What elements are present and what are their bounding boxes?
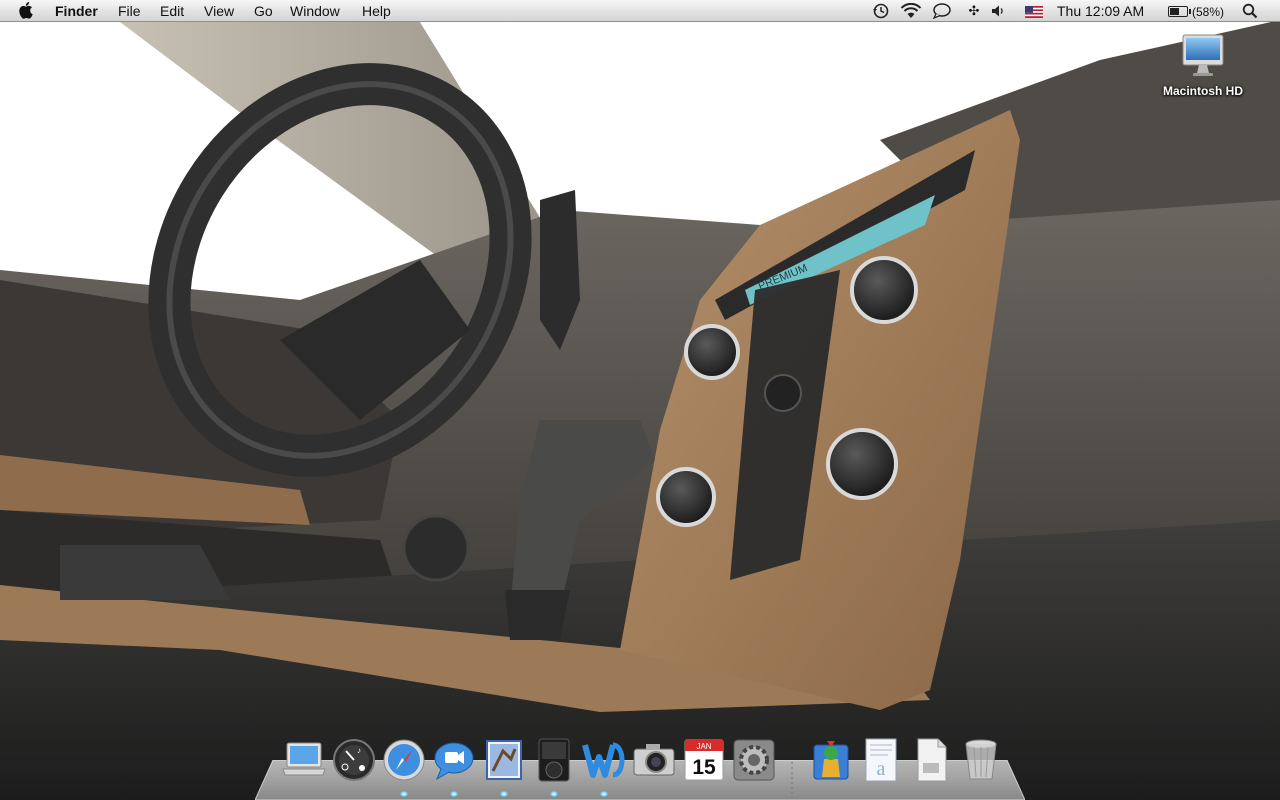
hard-drive-imac-icon xyxy=(1182,34,1224,76)
svg-text:♪: ♪ xyxy=(357,746,361,755)
ical-icon: JAN 15 xyxy=(684,739,724,781)
macbook-icon xyxy=(282,742,326,776)
speaker-icon xyxy=(992,5,1003,17)
dock-item-ichat[interactable] xyxy=(431,737,477,783)
ical-day: 15 xyxy=(692,756,716,779)
running-indicator-mail xyxy=(500,791,508,797)
ichat-status-icon[interactable] xyxy=(932,0,954,22)
wifi-icon[interactable] xyxy=(900,0,922,22)
mail-icon xyxy=(486,740,522,780)
word-icon xyxy=(582,742,625,778)
dock-item-trash[interactable] xyxy=(958,737,1004,783)
ichat-icon xyxy=(434,742,474,781)
magnifier-icon xyxy=(1242,3,1258,19)
dock-item-system-preferences[interactable] xyxy=(731,737,777,783)
safari-icon xyxy=(383,739,425,781)
time-machine-icon[interactable] xyxy=(871,0,891,22)
car-interior-wallpaper: PREMIUM xyxy=(0,0,1280,800)
menu-window[interactable]: Window xyxy=(290,0,340,22)
apple-logo-icon xyxy=(19,2,33,19)
dashboard-icon: ♪ xyxy=(333,739,375,781)
spotlight-icon[interactable] xyxy=(1242,0,1262,22)
stuffit-icon xyxy=(813,741,849,780)
battery-icon xyxy=(1168,6,1191,17)
dock-item-ipod[interactable] xyxy=(531,737,577,783)
document-icon xyxy=(917,738,947,782)
menu-bar: Finder File Edit View Go Window Help ✣ T… xyxy=(0,0,1280,22)
battery-percent: (58%) xyxy=(1192,5,1225,19)
dock-item-ical[interactable]: JAN 15 xyxy=(681,737,727,783)
menu-help[interactable]: Help xyxy=(362,0,391,22)
ipod-icon xyxy=(538,738,570,782)
dock-item-textedit[interactable]: a xyxy=(858,737,904,783)
battery-fill xyxy=(1170,8,1180,15)
wifi-signal-icon xyxy=(900,2,922,18)
menu-clock[interactable]: Thu 12:09 AM xyxy=(1057,0,1144,22)
apple-menu-icon[interactable] xyxy=(16,0,38,22)
dock-item-preview-document[interactable] xyxy=(908,737,954,783)
dock-item-stuffit[interactable] xyxy=(808,737,854,783)
dock-item-safari[interactable] xyxy=(381,737,427,783)
volume-icon[interactable] xyxy=(990,0,1010,22)
dock-item-mail[interactable] xyxy=(481,737,527,783)
system-preferences-icon xyxy=(733,739,775,781)
svg-text:a: a xyxy=(877,758,886,780)
camera-icon xyxy=(633,744,675,776)
dock-item-macbook[interactable] xyxy=(281,737,327,783)
us-flag-icon[interactable] xyxy=(1025,0,1045,22)
trash-icon xyxy=(965,739,997,780)
flag-icon xyxy=(1025,6,1043,18)
dock-item-word[interactable] xyxy=(581,737,627,783)
textedit-icon: a xyxy=(865,738,897,782)
running-indicator-word xyxy=(600,791,608,797)
running-indicator-safari xyxy=(400,791,408,797)
desktop-icon-label: Macintosh HD xyxy=(1162,84,1243,98)
bluetooth-icon[interactable]: ✣ xyxy=(964,0,984,22)
ical-month: JAN xyxy=(696,742,711,751)
desktop-icon-macintosh-hd[interactable]: Macintosh HD xyxy=(1148,32,1258,102)
running-indicator-ipod xyxy=(550,791,558,797)
speech-bubble-icon xyxy=(932,3,951,20)
menu-go[interactable]: Go xyxy=(254,0,273,22)
menu-view[interactable]: View xyxy=(204,0,234,22)
menu-edit[interactable]: Edit xyxy=(160,0,184,22)
clock-arrow-icon xyxy=(873,3,889,19)
battery-status[interactable]: (58%) xyxy=(1168,0,1224,22)
menu-file[interactable]: File xyxy=(118,0,141,22)
running-indicator-ichat xyxy=(450,791,458,797)
menu-app-finder[interactable]: Finder xyxy=(55,0,98,22)
dock-item-dashboard[interactable]: ♪ xyxy=(331,737,377,783)
dock-item-image-capture[interactable] xyxy=(631,737,677,783)
